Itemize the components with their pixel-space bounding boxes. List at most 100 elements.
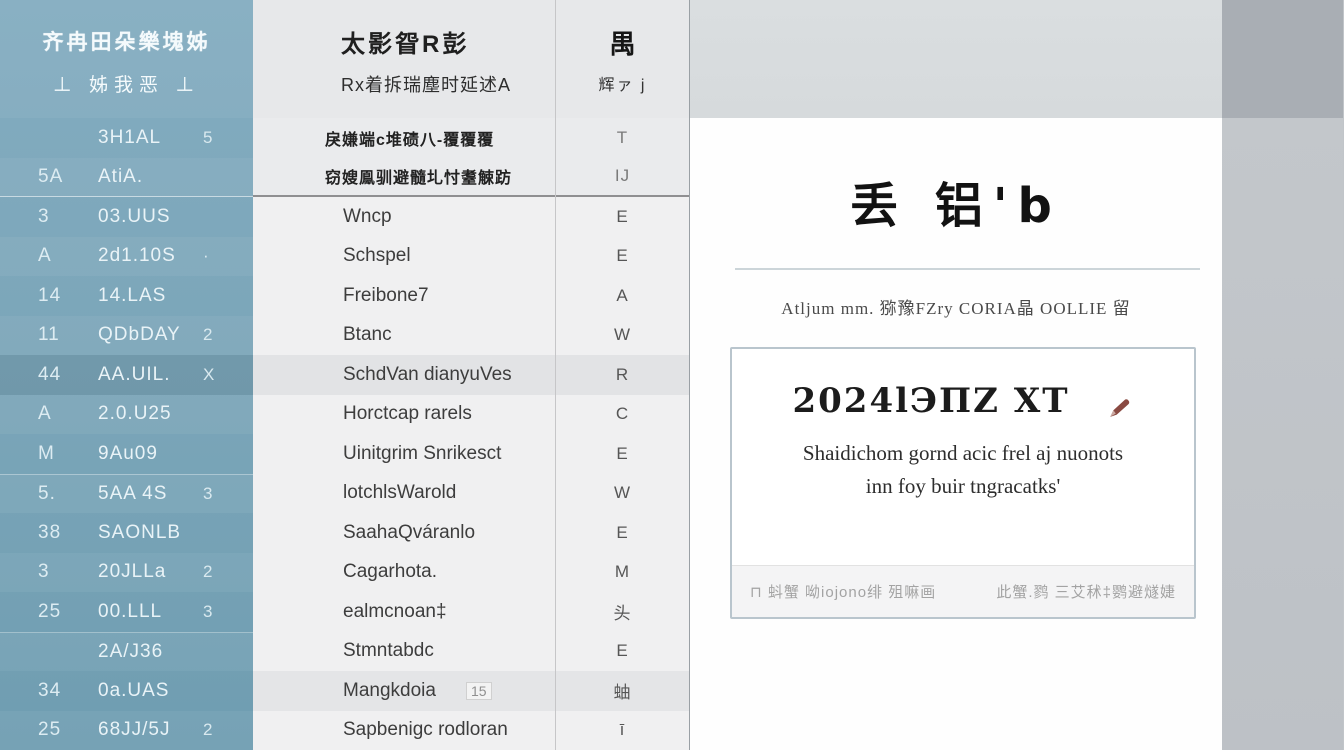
sidebar-row[interactable]: 5A AtiA. [0, 158, 253, 198]
letter-row[interactable]: C [556, 395, 689, 435]
letter-row[interactable]: 蚰 [556, 671, 689, 711]
pencil-icon[interactable] [1106, 388, 1135, 417]
sidebar-row-number: 25 [38, 601, 98, 623]
letter-row[interactable]: E [556, 237, 689, 277]
sidebar-row[interactable]: 14 14.LAS [0, 276, 253, 316]
detail-card: 2024lЭΠZ XT Shaidichom gornd acic frel a… [730, 347, 1196, 619]
sidebar-row[interactable]: 44 AA.UIL. X [0, 355, 253, 395]
sidebar-row[interactable]: 3 03.UUS [0, 197, 253, 237]
sidebar-row-number: 5A [38, 166, 98, 188]
sidebar-row-number: 34 [38, 680, 98, 702]
detail-panel: 丢 铝'b Atljum mm. 猕豫FZry CORIA晶 OOLLIE 留 … [690, 0, 1222, 750]
letter-row-value: A [616, 286, 628, 306]
letter-row[interactable]: A [556, 276, 689, 316]
list-row[interactable]: 戾嫌端c堆碛八-覆覆覆 [253, 118, 555, 158]
sidebar-row-list: 3H1AL 5 5A AtiA. 3 03.UUS A 2d1.10S · 14… [0, 118, 253, 750]
sidebar-row-number: A [38, 245, 98, 267]
letter-row[interactable]: ī [556, 711, 689, 750]
list-row-label: lotchlsWarold [343, 482, 456, 504]
list-column: 太影眢R彭 Rx着拆瑞塵时延述A 戾嫌端c堆碛八-覆覆覆 窃嫂鳯驯避髓圠忖耋觫趽… [253, 0, 556, 750]
list-row-label: Stmntabdc [343, 640, 434, 662]
sidebar-row[interactable]: 25 68JJ/5J 2 [0, 711, 253, 750]
letter-row-value: E [616, 246, 628, 266]
letter-row[interactable]: E [556, 197, 689, 237]
list-row[interactable]: Mangkdoia 15 [253, 671, 555, 711]
sidebar-row-label: AA.UIL. [98, 364, 203, 386]
list-row-label: Wncp [343, 206, 392, 228]
sidebar-row-number: 44 [38, 364, 98, 386]
sidebar-row[interactable]: 3 20JLLa 2 [0, 553, 253, 593]
list-row[interactable]: Stmntabdc [253, 632, 555, 672]
sidebar-row-number: 5. [38, 483, 98, 505]
list-row[interactable]: Horctcap rarels [253, 395, 555, 435]
letter-row-value: R [616, 365, 629, 385]
sidebar-row-number: M [38, 443, 98, 465]
list-row-label: Cagarhota. [343, 561, 437, 583]
list-row[interactable]: SaahaQváranlo [253, 513, 555, 553]
sidebar-row[interactable]: A 2.0.U25 [0, 395, 253, 435]
letter-row-value: W [614, 325, 631, 345]
list-row[interactable]: Cagarhota. [253, 553, 555, 593]
sidebar-row[interactable]: 34 0a.UAS [0, 671, 253, 711]
sidebar-row-label: 68JJ/5J [98, 719, 203, 741]
sidebar-row-label: SAONLB [98, 522, 203, 544]
letter-row[interactable]: 头 [556, 592, 689, 632]
letter-column-title: 禺 [556, 24, 689, 61]
letter-row[interactable]: IJ [556, 158, 689, 198]
sidebar-row[interactable]: 5. 5AA 4S 3 [0, 474, 253, 514]
list-rows: 戾嫌端c堆碛八-覆覆覆 窃嫂鳯驯避髓圠忖耋觫趽 Wncp Schspel Fre… [253, 118, 555, 750]
card-body-line1: Shaidichom gornd acic frel aj nuonots [732, 437, 1194, 470]
list-row[interactable]: lotchlsWarold [253, 474, 555, 514]
sidebar-row-number: 3 [38, 206, 98, 228]
list-row-label: Sapbenigc rodloran [343, 719, 508, 741]
list-row[interactable]: ealmcnoan‡ [253, 592, 555, 632]
sidebar-row[interactable]: M 9Au09 [0, 434, 253, 474]
sidebar-row-mark: 3 [203, 602, 253, 622]
sidebar-row[interactable]: 25 00.LLL 3 [0, 592, 253, 632]
sidebar-row-label: 14.LAS [98, 285, 203, 307]
sidebar-row[interactable]: A 2d1.10S · [0, 237, 253, 277]
list-row-label: 戾嫌端c堆碛八-覆覆覆 [325, 126, 494, 150]
letter-row-value: E [616, 444, 628, 464]
sidebar-row-mark: 2 [203, 562, 253, 582]
letter-row-value: 蚰 [614, 678, 632, 703]
sidebar-row[interactable]: 2A/J36 [0, 632, 253, 672]
sidebar: 齐冉田朵樂塊姊 ⊥ 姊我恶 ⊥ 3H1AL 5 5A AtiA. 3 03.UU… [0, 0, 253, 750]
list-row[interactable]: Btanc [253, 316, 555, 356]
card-footer-right-action[interactable]: 此蟹.鹨 三艾秫‡鹦避燧婕 [996, 581, 1176, 602]
right-background-strip [1222, 0, 1343, 750]
letter-row[interactable]: M [556, 553, 689, 593]
sidebar-row-label: 9Au09 [98, 443, 203, 465]
list-row[interactable]: Wncp [253, 197, 555, 237]
list-row[interactable]: 窃嫂鳯驯避髓圠忖耋觫趽 [253, 158, 555, 198]
letter-row[interactable]: E [556, 513, 689, 553]
card-footer-left-action[interactable]: ⊓ 蚪蟹 呦iojono绯 殂嘛画 [750, 581, 936, 602]
letter-row-value: C [616, 404, 629, 424]
card-title-row: 2024lЭΠZ XT [732, 381, 1194, 421]
sidebar-row[interactable]: 38 SAONLB [0, 513, 253, 553]
detail-divider [735, 268, 1200, 270]
list-row-label: SaahaQváranlo [343, 522, 475, 544]
sidebar-row-label: 0a.UAS [98, 680, 203, 702]
letter-row[interactable]: W [556, 474, 689, 514]
list-row-label: Btanc [343, 324, 392, 346]
list-row[interactable]: Freibone7 [253, 276, 555, 316]
list-row[interactable]: SchdVan dianyuVes [253, 355, 555, 395]
sidebar-row-mark: · [203, 246, 253, 266]
detail-top-band [690, 0, 1222, 118]
letter-row[interactable]: R [556, 355, 689, 395]
letter-row-value: W [614, 483, 631, 503]
card-body-line2: inn foy buir tngracatks' [732, 470, 1194, 503]
list-row-label: ealmcnoan‡ [343, 601, 447, 623]
letter-row[interactable]: T [556, 118, 689, 158]
letter-row[interactable]: E [556, 434, 689, 474]
list-row[interactable]: Schspel [253, 237, 555, 277]
list-row[interactable]: Uinitgrim Snrikesct [253, 434, 555, 474]
list-row[interactable]: Sapbenigc rodloran [253, 711, 555, 750]
sidebar-subtitle: ⊥ 姊我恶 ⊥ [0, 70, 253, 97]
sidebar-row[interactable]: 3H1AL 5 [0, 118, 253, 158]
sidebar-row[interactable]: 11 QDbDAY 2 [0, 316, 253, 356]
letter-row[interactable]: W [556, 316, 689, 356]
letter-row-value: ī [620, 720, 626, 740]
letter-row[interactable]: E [556, 632, 689, 672]
